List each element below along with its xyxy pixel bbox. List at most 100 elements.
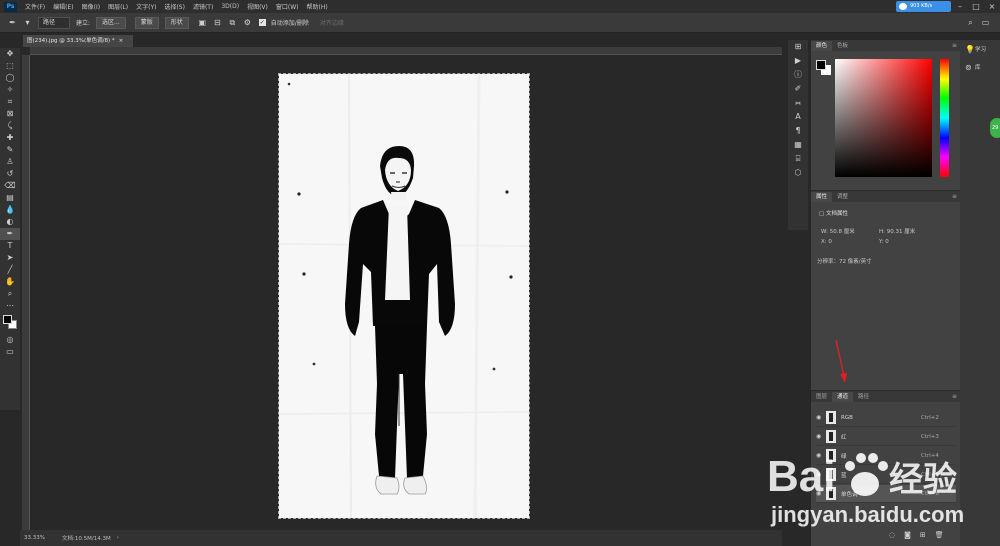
auto-add-delete-checkbox[interactable]: ✓ (258, 19, 266, 26)
visibility-eye-icon[interactable]: ◉ (816, 414, 824, 421)
eyedropper-tool-icon[interactable]: ⤹ (0, 120, 20, 132)
clone-stamp-tool-icon[interactable]: ♙ (0, 156, 20, 168)
tab-color[interactable]: 颜色 (811, 41, 833, 51)
foreground-color[interactable] (3, 315, 12, 324)
learn-button[interactable]: 💡 学习 (960, 40, 1000, 58)
menu-image[interactable]: 图像(I) (78, 2, 104, 11)
document-canvas-photo[interactable] (278, 73, 530, 519)
panel-menu-icon[interactable]: ≡ (952, 192, 957, 202)
document-tab[interactable]: 图(234).jpg @ 33.3%(单色调/8) * × (23, 35, 133, 47)
tab-channels[interactable]: 通道 (832, 392, 854, 402)
baidu-netdisk-speed[interactable]: 903 KB/s (896, 1, 951, 12)
paragraph-icon[interactable]: ¶ (788, 124, 808, 138)
healing-brush-tool-icon[interactable]: ✚ (0, 132, 20, 144)
new-channel-icon[interactable]: ⊞ (920, 531, 926, 539)
libraries-icon[interactable]: ▦ (788, 138, 808, 152)
path-alignment-icon[interactable]: ⊟ (213, 18, 222, 27)
y-field[interactable]: Y: 0 (879, 239, 889, 245)
watermark-brand-cn: 经验 (889, 460, 957, 500)
menu-view[interactable]: 视图(V) (243, 2, 272, 11)
actions-play-icon[interactable]: ▶ (788, 54, 808, 68)
height-field[interactable]: H: 90.31 厘米 (879, 227, 915, 235)
maximize-icon[interactable]: □ (970, 1, 982, 12)
tab-swatches[interactable]: 色板 (832, 41, 853, 51)
document-info: 文档:10.5M/14.3M (62, 536, 111, 542)
make-selection-button[interactable]: 选区... (96, 16, 126, 29)
width-field[interactable]: W: 50.8 厘米 (821, 227, 855, 235)
pen-tool-icon[interactable]: ✒ (8, 18, 17, 27)
menu-edit[interactable]: 编辑(E) (49, 2, 77, 11)
path-selection-tool-icon[interactable]: ➤ (0, 252, 20, 264)
adjustments-sliders-icon[interactable]: ⧦ (788, 96, 808, 110)
3d-cube-icon[interactable]: ⬡ (788, 166, 808, 180)
hand-tool-icon[interactable]: ✋ (0, 276, 20, 288)
brush-settings-icon[interactable]: ✐ (788, 82, 808, 96)
history-icon[interactable]: ⊞ (788, 40, 808, 54)
marquee-tool-icon[interactable]: ⬚ (0, 60, 20, 72)
menu-layer[interactable]: 图层(L) (104, 2, 132, 11)
make-shape-button[interactable]: 形状 (164, 16, 189, 29)
menu-3d[interactable]: 3D(D) (217, 3, 243, 10)
menu-file[interactable]: 文件(F) (21, 2, 49, 11)
tab-paths[interactable]: 路径 (853, 392, 874, 402)
tab-adjustments[interactable]: 调整 (832, 192, 853, 202)
menu-filter[interactable]: 滤镜(T) (189, 2, 217, 11)
menu-type[interactable]: 文字(Y) (132, 2, 160, 11)
close-tab-icon[interactable]: × (119, 38, 124, 44)
pen-mode-select[interactable]: 路径 (38, 16, 70, 29)
gradient-tool-icon[interactable]: ▤ (0, 192, 20, 204)
pen-tool-icon-active[interactable]: ✒ (0, 228, 20, 240)
gear-icon[interactable]: ⚙ (243, 18, 252, 27)
make-label: 建立: (76, 20, 91, 27)
brush-tool-icon[interactable]: ✎ (0, 144, 20, 156)
more-tools-icon[interactable]: ⋯ (0, 300, 20, 312)
status-bar: 33.33% 文档:10.5M/14.3M › (20, 530, 782, 546)
zoom-tool-icon[interactable]: ⌕ (0, 288, 20, 300)
panel-menu-icon[interactable]: ≡ (952, 392, 957, 402)
make-mask-button[interactable]: 蒙版 (134, 16, 159, 29)
clone-source-icon[interactable]: ⌸ (788, 152, 808, 166)
foreground-color-swatch[interactable] (816, 60, 826, 70)
screen-mode-icon[interactable]: ▭ (0, 346, 20, 358)
save-selection-icon[interactable]: ◙ (904, 531, 911, 539)
quick-mask-icon[interactable]: ◎ (0, 334, 20, 346)
library-button[interactable]: ⊚ 库 (960, 58, 1000, 76)
frame-tool-icon[interactable]: ⊠ (0, 108, 20, 120)
path-arrangement-icon[interactable]: ⧉ (228, 18, 237, 27)
hue-slider[interactable] (940, 59, 949, 177)
color-field[interactable] (835, 59, 932, 177)
dodge-tool-icon[interactable]: ◐ (0, 216, 20, 228)
history-brush-tool-icon[interactable]: ↺ (0, 168, 20, 180)
path-operations-icon[interactable]: ▣ (198, 18, 207, 27)
workspace-icon[interactable]: ▭ (981, 18, 990, 27)
tab-properties[interactable]: 属性 (811, 192, 833, 202)
chevron-right-icon[interactable]: › (117, 535, 119, 541)
floating-badge[interactable]: 29 (990, 118, 1000, 138)
search-icon[interactable]: ⌕ (966, 18, 975, 27)
color-swatches[interactable] (0, 312, 20, 334)
eraser-tool-icon[interactable]: ⌫ (0, 180, 20, 192)
info-icon[interactable]: ⓘ (788, 68, 808, 82)
chevron-down-icon[interactable]: ▾ (23, 18, 32, 27)
color-panel-tabs: 颜色 色板 ≡ (811, 40, 961, 51)
x-field[interactable]: X: 0 (821, 239, 832, 245)
type-tool-icon[interactable]: T (0, 240, 20, 252)
character-icon[interactable]: A (788, 110, 808, 124)
lasso-tool-icon[interactable]: ◯ (0, 72, 20, 84)
menu-select[interactable]: 选择(S) (160, 2, 189, 11)
menu-window[interactable]: 窗口(W) (272, 2, 303, 11)
channel-row-rgb[interactable]: ◉ RGB Ctrl+2 (816, 409, 956, 427)
move-tool-icon[interactable]: ✥ (0, 48, 20, 60)
load-selection-icon[interactable]: ◌ (889, 531, 895, 539)
magic-wand-tool-icon[interactable]: ✧ (0, 84, 20, 96)
minimize-icon[interactable]: – (954, 1, 966, 12)
menu-help[interactable]: 帮助(H) (303, 2, 332, 11)
delete-channel-icon[interactable]: 🗑 (935, 531, 944, 539)
tab-layers[interactable]: 图层 (811, 392, 832, 402)
close-icon[interactable]: × (986, 1, 998, 12)
blur-tool-icon[interactable]: 💧 (0, 204, 20, 216)
panel-menu-icon[interactable]: ≡ (952, 41, 957, 51)
zoom-level[interactable]: 33.33% (24, 535, 62, 541)
crop-tool-icon[interactable]: ⌗ (0, 96, 20, 108)
line-tool-icon[interactable]: ╱ (0, 264, 20, 276)
